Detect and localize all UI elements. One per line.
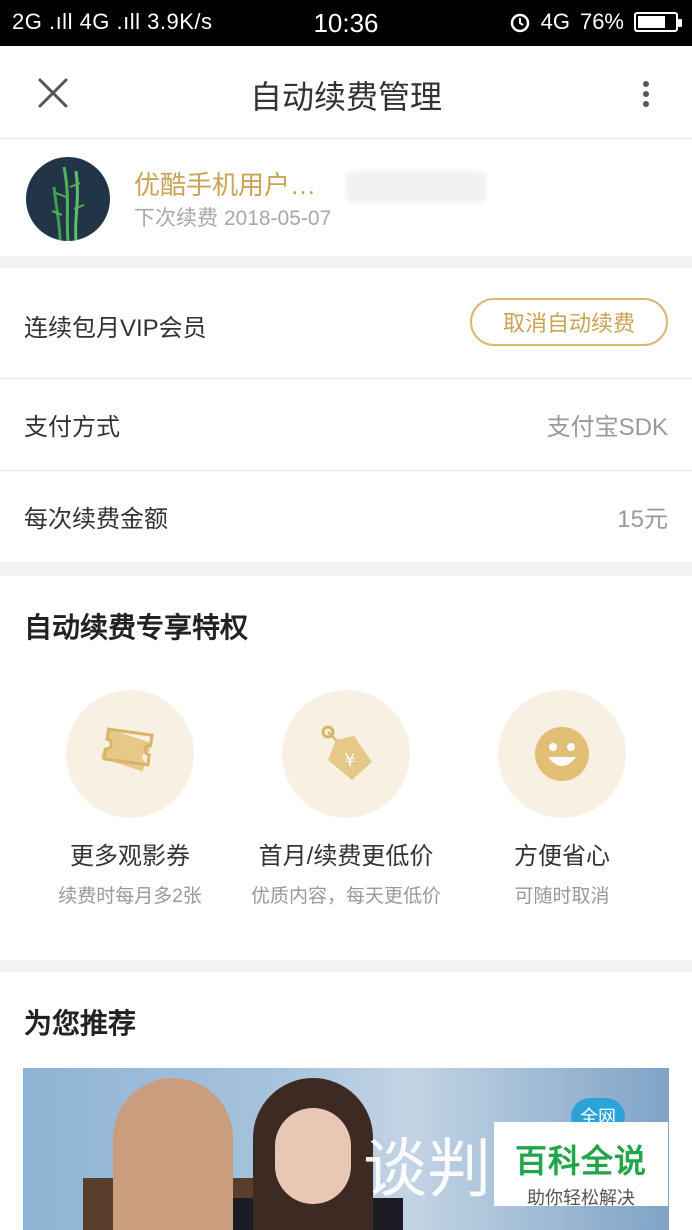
plan-row: 连续包月VIP会员 取消自动续费	[0, 268, 692, 379]
redacted-username	[346, 171, 486, 203]
benefit-title: 更多观影券	[70, 843, 190, 870]
more-options-icon[interactable]	[636, 78, 656, 110]
benefit-item: 更多观影券 续费时每月多2张	[15, 690, 245, 908]
renewal-amount-label: 每次续费金额	[24, 506, 168, 533]
alarm-icon	[510, 13, 529, 33]
benefit-description: 可随时取消	[514, 886, 610, 907]
status-icons: 4G 76%	[509, 9, 682, 35]
watermark-logo: 百科全说 助你轻松解决	[494, 1122, 668, 1208]
benefit-description: 优质内容，每天更低价	[250, 886, 441, 907]
nav-bar: 自动续费管理	[0, 46, 692, 139]
user-name: 优酷手机用户…	[134, 170, 317, 200]
subscription-card: 连续包月VIP会员 取消自动续费 支付方式 支付宝SDK 每次续费金额 15元	[0, 268, 692, 562]
renewal-amount-row: 每次续费金额 15元	[0, 471, 692, 562]
avatar	[26, 157, 110, 241]
banner-title: 谈判	[363, 1133, 491, 1207]
network-type: 4G	[540, 9, 570, 34]
benefit-title: 首月/续费更低价	[258, 843, 434, 870]
benefits-section: 自动续费专享特权 更多观影券 续费时每月多2张 ¥ 首月/续费更低价 优质内容，…	[0, 576, 692, 960]
battery-icon	[634, 12, 682, 32]
payment-method-value: 支付宝SDK	[546, 414, 668, 441]
benefits-title: 自动续费专享特权	[24, 612, 249, 643]
benefit-item: 方便省心 可随时取消	[447, 690, 677, 908]
plant-avatar-image	[51, 166, 85, 241]
plan-name: 连续包月VIP会员	[24, 315, 207, 342]
watermark-slogan: 助你轻松解决	[527, 1188, 635, 1208]
cancel-auto-renew-button[interactable]: 取消自动续费	[470, 298, 668, 346]
benefit-title: 方便省心	[514, 843, 610, 870]
payment-method-label: 支付方式	[24, 414, 120, 441]
recommend-title: 为您推荐	[24, 1008, 137, 1039]
watermark-brand: 百科全说	[514, 1143, 647, 1179]
smile-icon	[535, 727, 589, 781]
benefit-item: ¥ 首月/续费更低价 优质内容，每天更低价	[231, 690, 461, 908]
svg-text:¥: ¥	[344, 750, 355, 771]
next-renewal-date: 下次续费 2018-05-07	[134, 207, 332, 230]
price-tag-icon: ¥	[321, 725, 372, 780]
ticket-icon	[100, 727, 154, 772]
page-title: 自动续费管理	[249, 79, 442, 115]
battery-percent: 76%	[579, 9, 624, 34]
actor-image	[113, 1078, 233, 1230]
renewal-amount-value: 15元	[617, 506, 668, 533]
user-card: 优酷手机用户… 下次续费 2018-05-07	[0, 139, 692, 256]
status-bar: 2G .ıll 4G .ıll 3.9K/s 10:36 4G 76%	[0, 0, 692, 46]
payment-method-row[interactable]: 支付方式 支付宝SDK	[0, 379, 692, 471]
benefit-description: 续费时每月多2张	[58, 886, 202, 907]
